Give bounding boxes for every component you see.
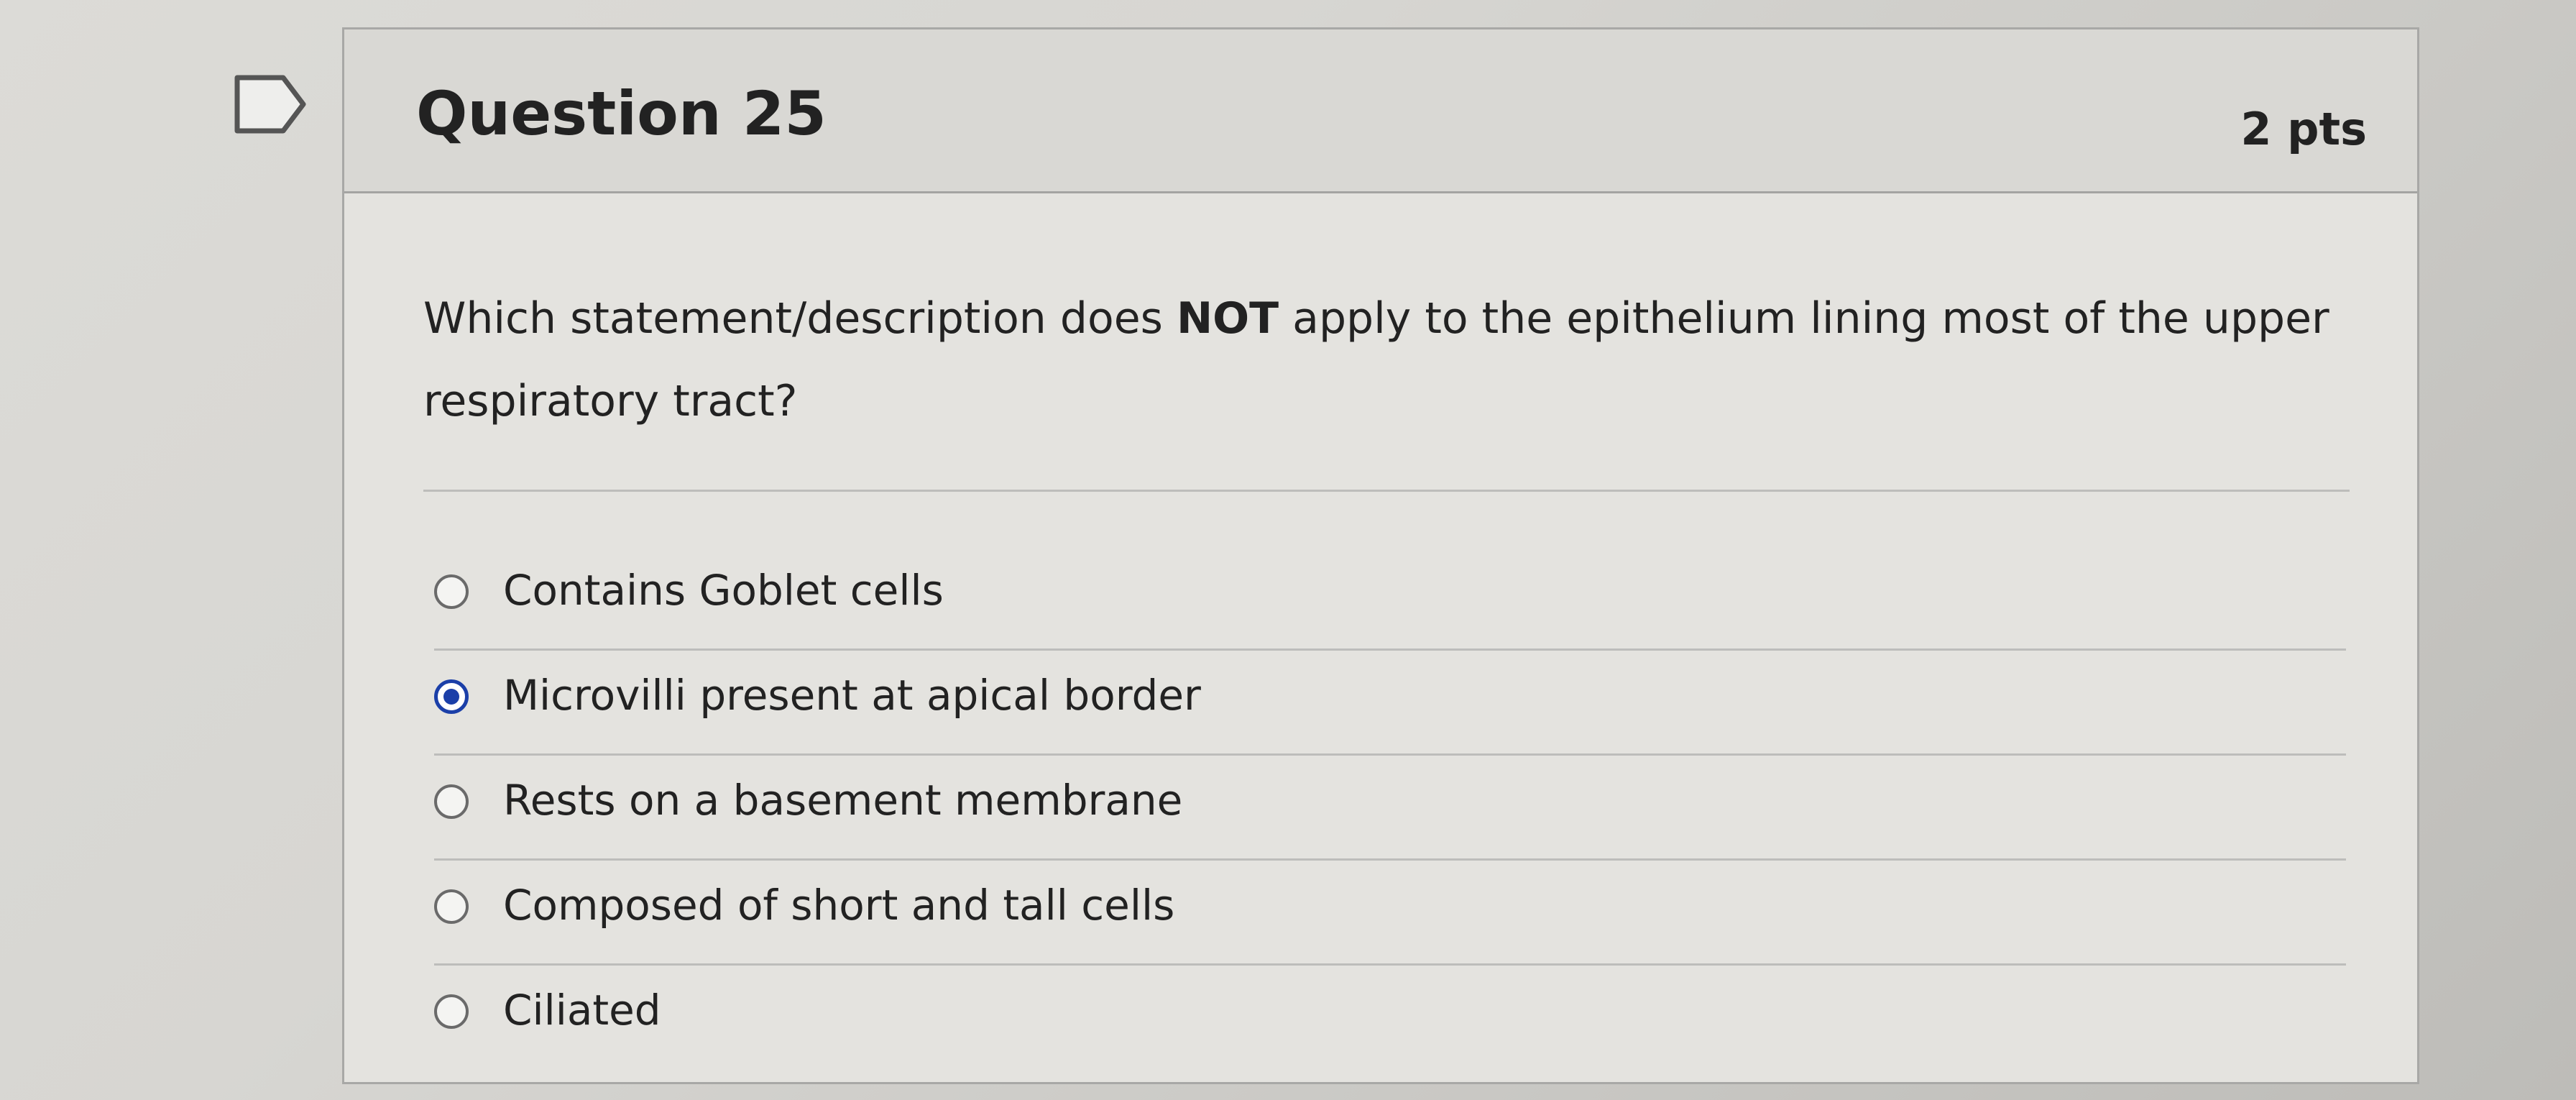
answer-label[interactable]: Contains Goblet cells (503, 562, 944, 619)
answer-label[interactable]: Composed of short and tall cells (503, 876, 1174, 934)
answer-label[interactable]: Microvilli present at apical border (503, 666, 1201, 724)
question-title: Question 25 (416, 78, 827, 149)
answer-label[interactable]: Rests on a basement membrane (503, 771, 1182, 829)
question-text: Which statement/description does NOT app… (423, 278, 2364, 443)
question-header: Question 25 2 pts (344, 29, 2417, 193)
flag-icon (234, 75, 306, 134)
answer-option[interactable]: Ciliated (434, 966, 2346, 1071)
answer-list: Contains Goblet cells Microvilli present… (434, 546, 2346, 1071)
radio-button[interactable] (434, 574, 469, 609)
answer-option[interactable]: Composed of short and tall cells (434, 861, 2346, 966)
flag-question-icon[interactable] (231, 72, 310, 137)
radio-button[interactable] (434, 784, 469, 819)
answer-option[interactable]: Microvilli present at apical border (434, 651, 2346, 756)
radio-button[interactable] (434, 994, 469, 1029)
answer-option[interactable]: Rests on a basement membrane (434, 756, 2346, 861)
answer-option[interactable]: Contains Goblet cells (434, 546, 2346, 651)
radio-button[interactable] (434, 889, 469, 924)
question-text-start: Which statement/description does (423, 293, 1177, 344)
radio-button-selected[interactable] (434, 679, 469, 714)
question-points: 2 pts (2240, 103, 2367, 155)
question-card: Question 25 2 pts Which statement/descri… (342, 27, 2419, 1084)
answer-label[interactable]: Ciliated (503, 981, 661, 1039)
question-divider (423, 490, 2350, 492)
question-text-emphasis: NOT (1176, 293, 1279, 344)
